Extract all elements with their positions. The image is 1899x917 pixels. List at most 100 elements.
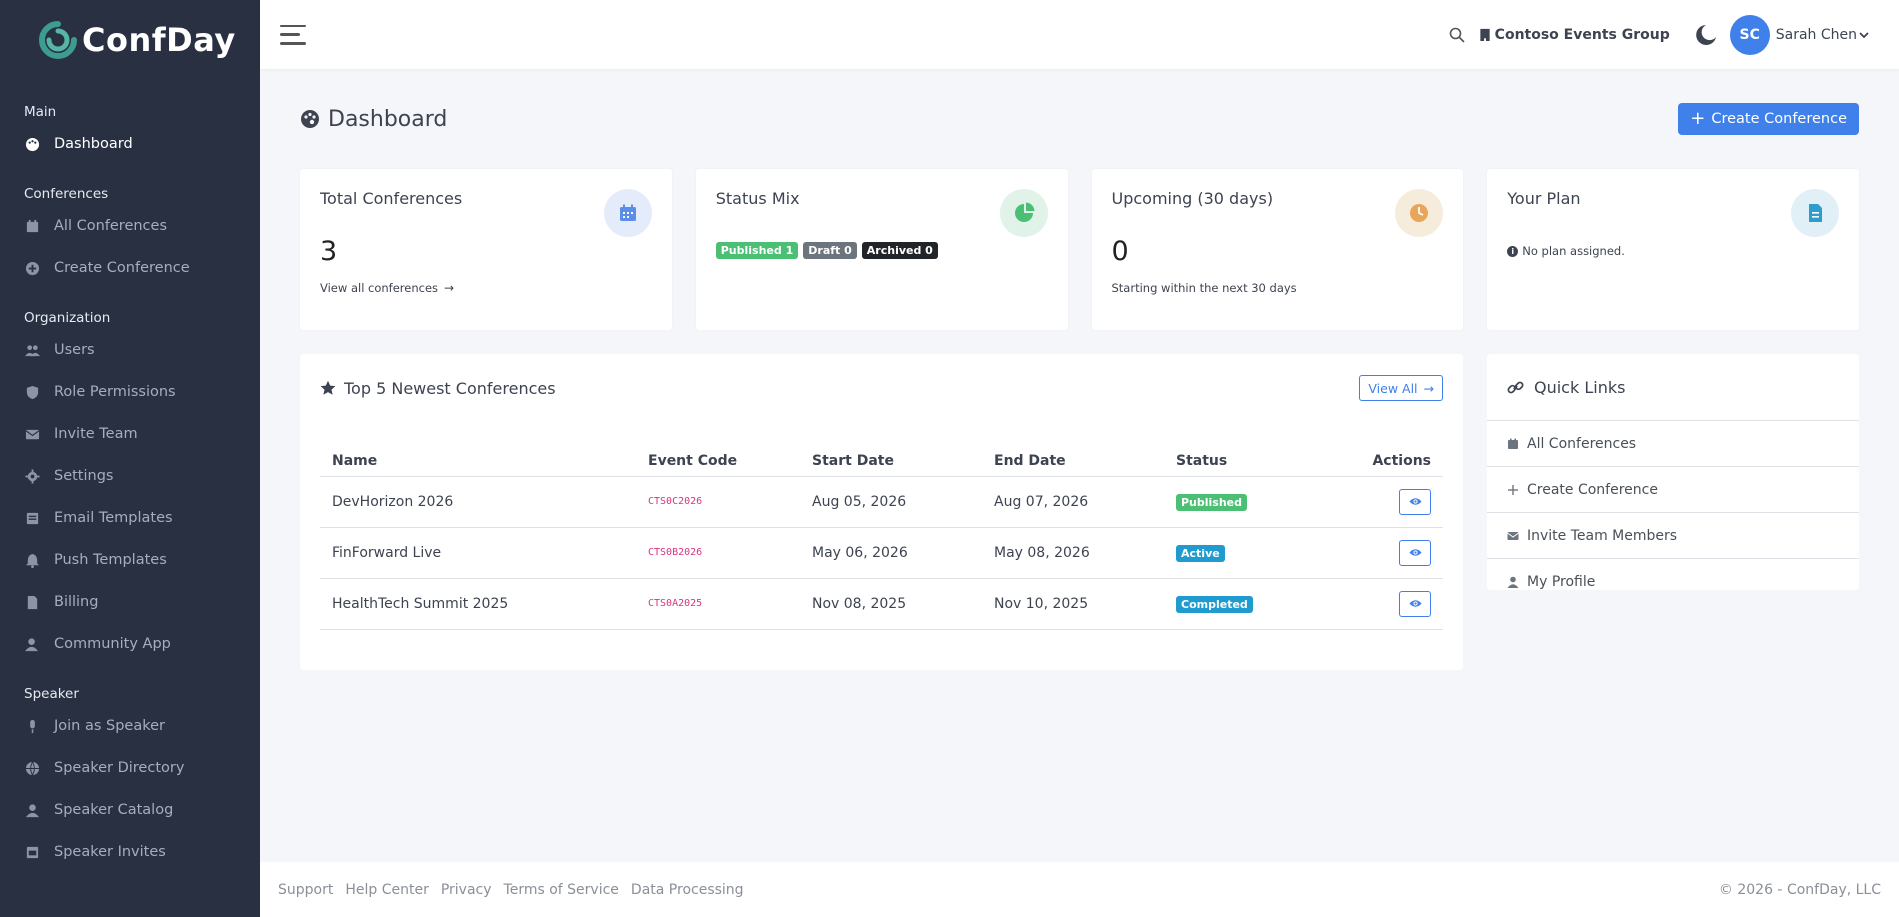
arrow-right-icon: → — [444, 281, 455, 295]
newest-conferences-title: Top 5 Newest Conferences — [320, 379, 556, 398]
nav-section-speaker: Speaker — [24, 686, 79, 702]
microphone-icon — [25, 719, 40, 734]
view-all-label: View All — [1368, 380, 1418, 396]
sidebar-item-speaker-invites[interactable]: Speaker Invites — [0, 831, 260, 873]
sidebar-item-role-permissions[interactable]: Role Permissions — [0, 371, 260, 413]
event-code: CTS0B2026 — [636, 527, 800, 579]
conference-name: HealthTech Summit 2025 — [320, 578, 636, 630]
status-badge: Completed — [1176, 595, 1253, 613]
total-conferences-card: Total Conferences 3 View all conferences… — [300, 169, 672, 330]
file-icon — [1791, 189, 1839, 237]
palette-icon — [25, 137, 40, 152]
footer-link-help-center[interactable]: Help Center — [345, 882, 429, 898]
view-conference-button[interactable] — [1399, 488, 1431, 515]
sidebar-item-users[interactable]: Users — [0, 329, 260, 371]
avatar[interactable]: SC — [1729, 14, 1770, 55]
view-conference-button[interactable] — [1399, 590, 1431, 617]
user-icon — [25, 803, 40, 818]
card-title: Status Mix — [715, 189, 800, 208]
sidebar-item-label: Users — [54, 342, 95, 358]
column-header[interactable]: Event Code — [636, 446, 800, 477]
footer-link-support[interactable]: Support — [278, 882, 333, 898]
sidebar-item-dashboard[interactable]: Dashboard — [0, 123, 260, 165]
sidebar-item-create-conference[interactable]: Create Conference — [0, 247, 260, 289]
card-title: Your Plan — [1507, 189, 1581, 208]
calendar-icon — [25, 219, 40, 234]
menu-toggle-icon[interactable] — [280, 24, 306, 45]
view-all-button[interactable]: View All → — [1359, 375, 1443, 401]
chevron-down-icon[interactable] — [1859, 30, 1869, 40]
newest-conferences-card: Top 5 Newest Conferences View All → Name… — [300, 354, 1463, 670]
sidebar-item-settings[interactable]: Settings — [0, 455, 260, 497]
envelope-icon — [25, 427, 40, 442]
footer-link-privacy[interactable]: Privacy — [441, 882, 492, 898]
create-conference-label: Create Conference — [1711, 111, 1847, 127]
sidebar-item-label: Billing — [54, 594, 99, 610]
actions-cell — [1284, 578, 1443, 630]
user-app-icon — [25, 637, 40, 652]
sidebar-item-email-templates[interactable]: Email Templates — [0, 497, 260, 539]
quick-link-invite-team-members[interactable]: Invite Team Members — [1487, 512, 1859, 558]
plus-circle-icon — [25, 261, 40, 276]
confday-logo-icon — [39, 21, 77, 59]
org-switcher[interactable]: Contoso Events Group — [1479, 27, 1670, 43]
search-icon[interactable] — [1449, 27, 1465, 43]
document-icon — [25, 595, 40, 610]
sidebar-item-label: Create Conference — [54, 260, 190, 276]
sidebar-item-invite-team[interactable]: Invite Team — [0, 413, 260, 455]
column-header[interactable]: End Date — [982, 446, 1164, 477]
sidebar-item-label: Speaker Directory — [54, 760, 185, 776]
column-header[interactable]: Status — [1164, 446, 1284, 477]
sidebar-item-billing[interactable]: Billing — [0, 581, 260, 623]
table-header-row: Name Event Code Start Date End Date Stat… — [320, 446, 1443, 477]
main-content: Dashboard + Create Conference Total Conf… — [260, 69, 1899, 862]
your-plan-card: Your Plan i No plan assigned. — [1487, 169, 1859, 330]
brand[interactable]: ConfDay — [0, 0, 260, 80]
pie-chart-icon — [999, 189, 1048, 237]
quick-link-all-conferences[interactable]: All Conferences — [1487, 420, 1859, 466]
footer-link-data-processing[interactable]: Data Processing — [631, 882, 744, 898]
quick-link-my-profile[interactable]: My Profile — [1487, 558, 1859, 604]
brand-name: ConfDay — [82, 21, 236, 59]
table-row: DevHorizon 2026 CTS0C2026 Aug 05, 2026 A… — [320, 476, 1443, 528]
create-conference-button[interactable]: + Create Conference — [1678, 103, 1859, 135]
status-badge-published: Published 1 — [715, 242, 799, 259]
column-header[interactable]: Start Date — [800, 446, 982, 477]
conference-name: DevHorizon 2026 — [320, 476, 636, 528]
status-badge-draft: Draft 0 — [803, 242, 857, 259]
sidebar-item-speaker-catalog[interactable]: Speaker Catalog — [0, 789, 260, 831]
org-name: Contoso Events Group — [1494, 26, 1670, 43]
sidebar-item-speaker-directory[interactable]: Speaker Directory — [0, 747, 260, 789]
sidebar-item-all-conferences[interactable]: All Conferences — [0, 205, 260, 247]
page-title-text: Dashboard — [328, 106, 448, 132]
eye-icon — [1408, 600, 1422, 607]
end-date: May 08, 2026 — [982, 527, 1164, 579]
sidebar-item-label: Speaker Invites — [54, 844, 166, 860]
table-row: HealthTech Summit 2025 CTS0A2025 Nov 08,… — [320, 578, 1443, 630]
plus-icon — [1508, 484, 1518, 495]
sidebar-item-push-templates[interactable]: Push Templates — [0, 539, 260, 581]
quick-link-label: All Conferences — [1527, 435, 1637, 452]
start-date: Nov 08, 2025 — [800, 578, 982, 630]
quick-link-label: My Profile — [1527, 573, 1596, 590]
upcoming-value: 0 — [1111, 236, 1129, 267]
status-cell: Active — [1164, 527, 1284, 579]
user-name[interactable]: Sarah Chen — [1776, 27, 1857, 43]
start-date: May 06, 2026 — [800, 527, 982, 579]
no-plan-note: i No plan assigned. — [1507, 244, 1839, 258]
sidebar-item-join-as-speaker[interactable]: Join as Speaker — [0, 705, 260, 747]
view-conference-button[interactable] — [1399, 539, 1431, 566]
sidebar-item-label: All Conferences — [54, 218, 167, 234]
view-all-conferences-link[interactable]: View all conferences → — [320, 281, 652, 295]
footer-link-terms[interactable]: Terms of Service — [504, 882, 619, 898]
dark-mode-toggle-icon[interactable] — [1692, 22, 1718, 48]
nav-section-conferences: Conferences — [24, 186, 109, 202]
topbar: Contoso Events Group SC Sarah Chen — [260, 0, 1899, 69]
column-header[interactable]: Name — [320, 446, 636, 477]
sidebar-item-community-app[interactable]: Community App — [0, 623, 260, 665]
quick-link-create-conference[interactable]: Create Conference — [1487, 466, 1859, 512]
sidebar-item-label: Community App — [54, 636, 171, 652]
calendar-icon — [603, 189, 652, 237]
table-row: FinForward Live CTS0B2026 May 06, 2026 M… — [320, 527, 1443, 579]
status-badge-archived: Archived 0 — [861, 242, 938, 259]
